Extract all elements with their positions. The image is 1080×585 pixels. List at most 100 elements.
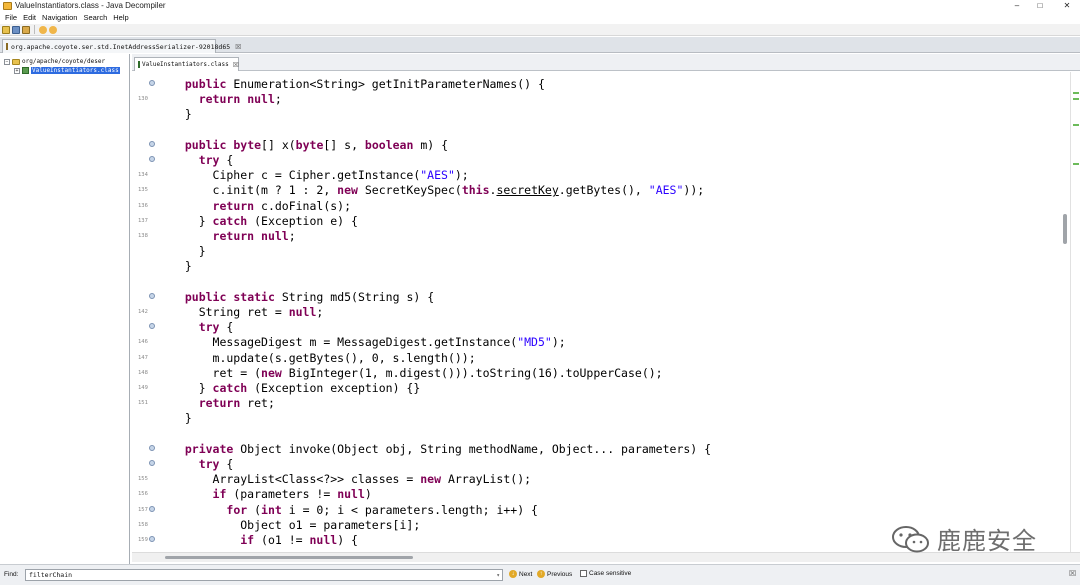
find-next-button[interactable]: ↓ Next	[509, 570, 532, 578]
code-line[interactable]: 134 Cipher c = Cipher.getInstance("AES")…	[132, 167, 1062, 182]
archive-tab-label: org.apache.coyote.ser.std.InetAddressSer…	[11, 42, 231, 51]
code-token: ;	[316, 305, 324, 319]
code-token: (	[247, 502, 262, 517]
close-tab-icon[interactable]: ☒	[233, 61, 239, 69]
code-line[interactable]: try {	[132, 456, 1062, 471]
code-line[interactable]: 135 c.init(m ? 1 : 2, new SecretKeySpec(…	[132, 182, 1062, 197]
save-all-icon[interactable]	[22, 25, 30, 34]
maximize-button[interactable]: □	[1031, 0, 1049, 12]
overview-marker[interactable]	[1073, 124, 1079, 126]
fold-toggle-icon[interactable]	[149, 80, 155, 86]
code-line[interactable]	[132, 426, 1062, 441]
code-keyword: null	[309, 533, 338, 547]
menu-navigation[interactable]: Navigation	[39, 12, 80, 24]
line-number: 149	[138, 385, 148, 391]
find-previous-button[interactable]: ↑ Previous	[537, 570, 572, 578]
code-keyword: try	[198, 320, 220, 335]
code-line[interactable]: 157 for (int i = 0; i < parameters.lengt…	[132, 502, 1062, 517]
close-find-bar-icon[interactable]: ☒	[1069, 569, 1076, 578]
overview-marker[interactable]	[1073, 98, 1079, 100]
overview-marker[interactable]	[1073, 163, 1079, 165]
code-line[interactable]: 130 return null;	[132, 91, 1062, 106]
code-line[interactable]: private Object invoke(Object obj, String…	[132, 441, 1062, 456]
code-token: }	[171, 259, 192, 274]
open-file-icon[interactable]	[2, 25, 10, 34]
code-line[interactable]: 149 } catch (Exception exception) {}	[132, 380, 1062, 395]
code-line[interactable]: 155 ArrayList<Class<?>> classes = new Ar…	[132, 471, 1062, 486]
code-keyword: if	[212, 487, 227, 502]
fold-toggle-icon[interactable]	[149, 444, 155, 451]
find-input[interactable]: filterChain ▾	[25, 569, 503, 581]
code-editor[interactable]: public Enumeration<String> getInitParame…	[132, 72, 1062, 552]
find-history-dropdown-icon[interactable]: ▾	[496, 571, 500, 581]
horizontal-scrollbar-thumb[interactable]	[165, 556, 413, 559]
code-line[interactable]: 151 return ret;	[132, 395, 1062, 410]
code-token: String md5(String s) {	[274, 289, 435, 304]
code-line[interactable]: try {	[132, 319, 1062, 334]
case-sensitive-checkbox[interactable]	[580, 570, 587, 577]
code-line[interactable]: public Enumeration<String> getInitParame…	[132, 76, 1062, 91]
fold-toggle-icon[interactable]	[149, 460, 155, 466]
fold-toggle-icon[interactable]	[149, 536, 155, 542]
tree-item-package[interactable]: − org/apache/coyote/deser	[4, 57, 105, 66]
fold-toggle-icon[interactable]	[149, 140, 155, 147]
code-line[interactable]: 146 MessageDigest m = MessageDigest.getI…	[132, 334, 1062, 349]
code-line[interactable]: }	[132, 410, 1062, 425]
menu-search[interactable]: Search	[80, 12, 110, 24]
code-line[interactable]	[132, 122, 1062, 137]
forward-icon[interactable]	[49, 25, 57, 34]
minimize-button[interactable]: ‒	[1008, 0, 1026, 12]
code-keyword: byte	[295, 137, 324, 152]
editor-tab[interactable]: ValueInstantiators.class ☒	[134, 57, 239, 71]
code-keyword: try	[198, 457, 220, 471]
code-line[interactable]: public static String md5(String s) {	[132, 289, 1062, 304]
code-text: private Object invoke(Object obj, String…	[171, 442, 711, 456]
code-keyword: public	[184, 289, 227, 304]
line-number: 137	[138, 217, 148, 224]
archive-tab[interactable]: org.apache.coyote.ser.std.InetAddressSer…	[2, 39, 241, 53]
vertical-scrollbar-thumb[interactable]	[1063, 214, 1067, 244]
code-line[interactable]: 137 } catch (Exception e) {	[132, 213, 1062, 228]
code-token: Object invoke(Object obj, String methodN…	[233, 441, 712, 456]
close-window-button[interactable]: ✕	[1058, 0, 1076, 12]
code-line[interactable]: 142 String ret = null;	[132, 304, 1062, 319]
code-line[interactable]: }	[132, 258, 1062, 273]
menu-edit[interactable]: Edit	[20, 12, 39, 24]
vertical-scrollbar[interactable]	[1062, 72, 1070, 552]
code-line[interactable]: }	[132, 106, 1062, 121]
case-sensitive-option[interactable]: Case sensitive	[580, 570, 631, 577]
fold-toggle-icon[interactable]	[149, 292, 155, 299]
code-token: ret;	[240, 396, 275, 411]
fold-toggle-icon[interactable]	[149, 323, 155, 330]
expand-icon[interactable]: +	[14, 67, 20, 74]
code-text: public static String md5(String s) {	[171, 290, 434, 304]
code-keyword: static	[233, 289, 275, 304]
code-line[interactable]: 148 ret = (new BigInteger(1, m.digest())…	[132, 365, 1062, 380]
code-text: public Enumeration<String> getInitParame…	[171, 77, 545, 91]
code-line[interactable]: 147 m.update(s.getBytes(), 0, s.length()…	[132, 350, 1062, 365]
code-line[interactable]: 138 return null;	[132, 228, 1062, 243]
code-line[interactable]	[132, 274, 1062, 289]
code-line[interactable]: public byte[] x(byte[] s, boolean m) {	[132, 137, 1062, 152]
tree-item-class[interactable]: + ValueInstantiators.class	[14, 66, 120, 75]
save-icon[interactable]	[12, 25, 20, 34]
close-tab-icon[interactable]: ☒	[235, 43, 241, 51]
code-line[interactable]: 156 if (parameters != null)	[132, 486, 1062, 501]
fold-toggle-icon[interactable]	[149, 156, 155, 162]
collapse-icon[interactable]: −	[4, 58, 10, 65]
back-icon[interactable]	[39, 25, 47, 34]
code-line[interactable]: }	[132, 243, 1062, 258]
overview-marker[interactable]	[1073, 92, 1079, 94]
menu-file[interactable]: File	[2, 12, 20, 24]
code-line[interactable]: 136 return c.doFinal(s);	[132, 198, 1062, 213]
code-token: BigInteger(1, m.digest())).toString(16).…	[281, 365, 663, 380]
code-line[interactable]: try {	[132, 152, 1062, 167]
code-token: String ret =	[171, 305, 289, 319]
menu-help[interactable]: Help	[110, 12, 131, 24]
code-text: Cipher c = Cipher.getInstance("AES");	[171, 168, 469, 182]
code-text: String ret = null;	[171, 305, 324, 319]
fold-toggle-icon[interactable]	[149, 505, 155, 512]
